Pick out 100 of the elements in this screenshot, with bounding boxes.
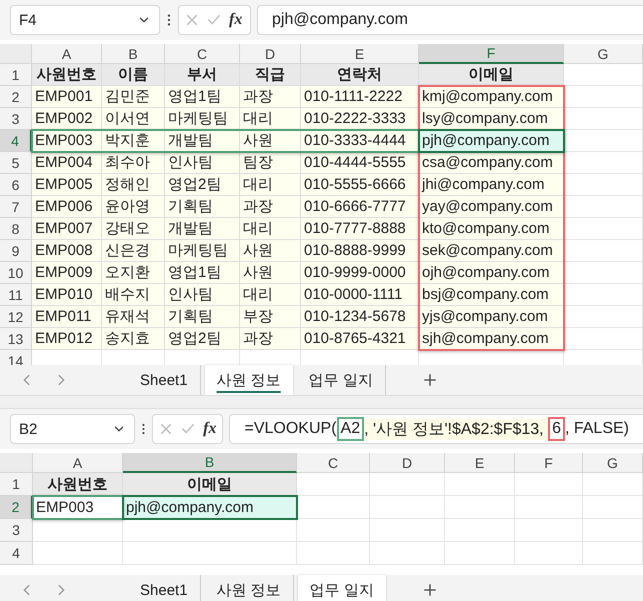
row-header[interactable]: 4 [0, 542, 33, 565]
empty-cell [445, 496, 515, 519]
row-header[interactable]: 2 [0, 86, 32, 108]
row-header[interactable]: 10 [0, 262, 32, 284]
sheet-tab[interactable]: 사원 정보 [204, 575, 294, 601]
row-header[interactable]: 8 [0, 218, 32, 240]
table-cell: 최수아 [102, 152, 165, 174]
header-cell: 부서 [165, 64, 240, 86]
column-header[interactable]: C [165, 44, 240, 64]
empty-cell [583, 542, 643, 565]
column-header[interactable]: G [564, 44, 643, 64]
table-cell: 010-5555-6666 [301, 174, 419, 196]
table-cell: kto@company.com [419, 218, 564, 240]
table-cell: 개발팀 [165, 130, 240, 152]
more-icon[interactable] [166, 13, 172, 27]
table-cell: 부장 [240, 306, 301, 328]
column-header[interactable]: G [583, 453, 643, 473]
header-cell: 연락처 [301, 64, 419, 86]
row-header[interactable]: 2 [0, 496, 33, 519]
empty-cell [583, 496, 643, 519]
row-header[interactable]: 3 [0, 108, 32, 130]
table-cell: 신은경 [102, 240, 165, 262]
table-cell: 유재석 [102, 306, 165, 328]
table-cell: 대리 [240, 108, 301, 130]
table-cell: 010-1111-2222 [301, 86, 419, 108]
row-header[interactable]: 13 [0, 328, 32, 350]
row-header[interactable]: 5 [0, 152, 32, 174]
column-header[interactable]: B [123, 453, 297, 473]
column-header[interactable]: D [240, 44, 301, 64]
name-box[interactable]: B2 [10, 414, 136, 444]
table-cell: 오지환 [102, 262, 165, 284]
table-cell: EMP007 [32, 218, 102, 240]
column-header[interactable]: D [370, 453, 445, 473]
table-cell: 010-7777-8888 [301, 218, 419, 240]
table-cell: 박지훈 [102, 130, 165, 152]
table-cell: EMP008 [32, 240, 102, 262]
table-cell: 과장 [240, 86, 301, 108]
table-cell: 과장 [240, 196, 301, 218]
check-icon[interactable] [181, 422, 196, 436]
row-header[interactable]: 1 [0, 473, 33, 496]
table-cell: 개발팀 [165, 218, 240, 240]
table-cell: EMP003 [32, 130, 102, 152]
column-header[interactable]: F [515, 453, 583, 473]
table-cell: 대리 [240, 174, 301, 196]
cancel-icon[interactable] [159, 422, 174, 436]
table-cell: 사원 [240, 262, 301, 284]
table-cell: EMP009 [32, 262, 102, 284]
table-cell: bsj@company.com [419, 284, 564, 306]
column-header[interactable]: E [445, 453, 515, 473]
row-header[interactable]: 4 [0, 130, 32, 152]
table-cell: 영업2팀 [165, 174, 240, 196]
header-cell: 이름 [102, 64, 165, 86]
row-header[interactable]: 7 [0, 196, 32, 218]
row-header[interactable]: 1 [0, 64, 32, 86]
empty-cell [515, 496, 583, 519]
column-header[interactable]: C [297, 453, 370, 473]
sheet-tab[interactable]: Sheet1 [128, 575, 201, 601]
column-header[interactable]: B [102, 44, 165, 64]
table-cell: EMP011 [32, 306, 102, 328]
table-cell: 기획팀 [165, 306, 240, 328]
formula-field[interactable]: =VLOOKUP( A2 , '사원 정보'!$A$2:$F$13, 6 , FALSE) [229, 414, 643, 444]
table-cell: lsy@company.com [419, 108, 564, 130]
column-header[interactable]: A [32, 44, 102, 64]
table-cell: 사원 [240, 240, 301, 262]
table-cell: 010-9999-0000 [301, 262, 419, 284]
row-header[interactable]: 9 [0, 240, 32, 262]
row-header[interactable]: 11 [0, 284, 32, 306]
sheet-tab[interactable]: 사원 정보 [204, 365, 293, 395]
name-box[interactable]: F4 [10, 5, 160, 35]
table-cell: 과장 [240, 328, 301, 350]
column-header[interactable]: A [33, 453, 123, 473]
formula-field[interactable]: pjh@company.com [257, 5, 643, 35]
table-cell: EMP004 [32, 152, 102, 174]
table-cell: 김민준 [102, 86, 165, 108]
table-cell: 010-8765-4321 [301, 328, 419, 350]
cancel-icon[interactable] [185, 13, 199, 27]
row-header[interactable]: 3 [0, 519, 33, 542]
table-cell: csa@company.com [419, 152, 564, 174]
table-cell: sek@company.com [419, 240, 564, 262]
header-cell: 사원번호 [32, 64, 102, 86]
table-cell: 배수지 [102, 284, 165, 306]
function-button[interactable]: fx [229, 11, 242, 29]
row-header[interactable]: 12 [0, 306, 32, 328]
column-header[interactable]: F [419, 44, 564, 64]
check-icon[interactable] [207, 13, 221, 27]
table-cell: 인사팀 [165, 284, 240, 306]
column-header[interactable]: E [301, 44, 419, 64]
more-icon[interactable] [141, 422, 146, 436]
function-button[interactable]: fx [203, 420, 216, 438]
row-header[interactable]: 6 [0, 174, 32, 196]
table-cell: 마케팅팀 [165, 240, 240, 262]
table-cell: kmj@company.com [419, 86, 564, 108]
table-cell: EMP010 [32, 284, 102, 306]
table-cell: 팀장 [240, 152, 301, 174]
table-cell: yjs@company.com [419, 306, 564, 328]
table-cell: 마케팅팀 [165, 108, 240, 130]
table-cell: 정해인 [102, 174, 165, 196]
table-cell: 010-6666-7777 [301, 196, 419, 218]
empty-cell [515, 473, 583, 496]
sheet-tab[interactable]: 업무 일지 [298, 575, 386, 601]
